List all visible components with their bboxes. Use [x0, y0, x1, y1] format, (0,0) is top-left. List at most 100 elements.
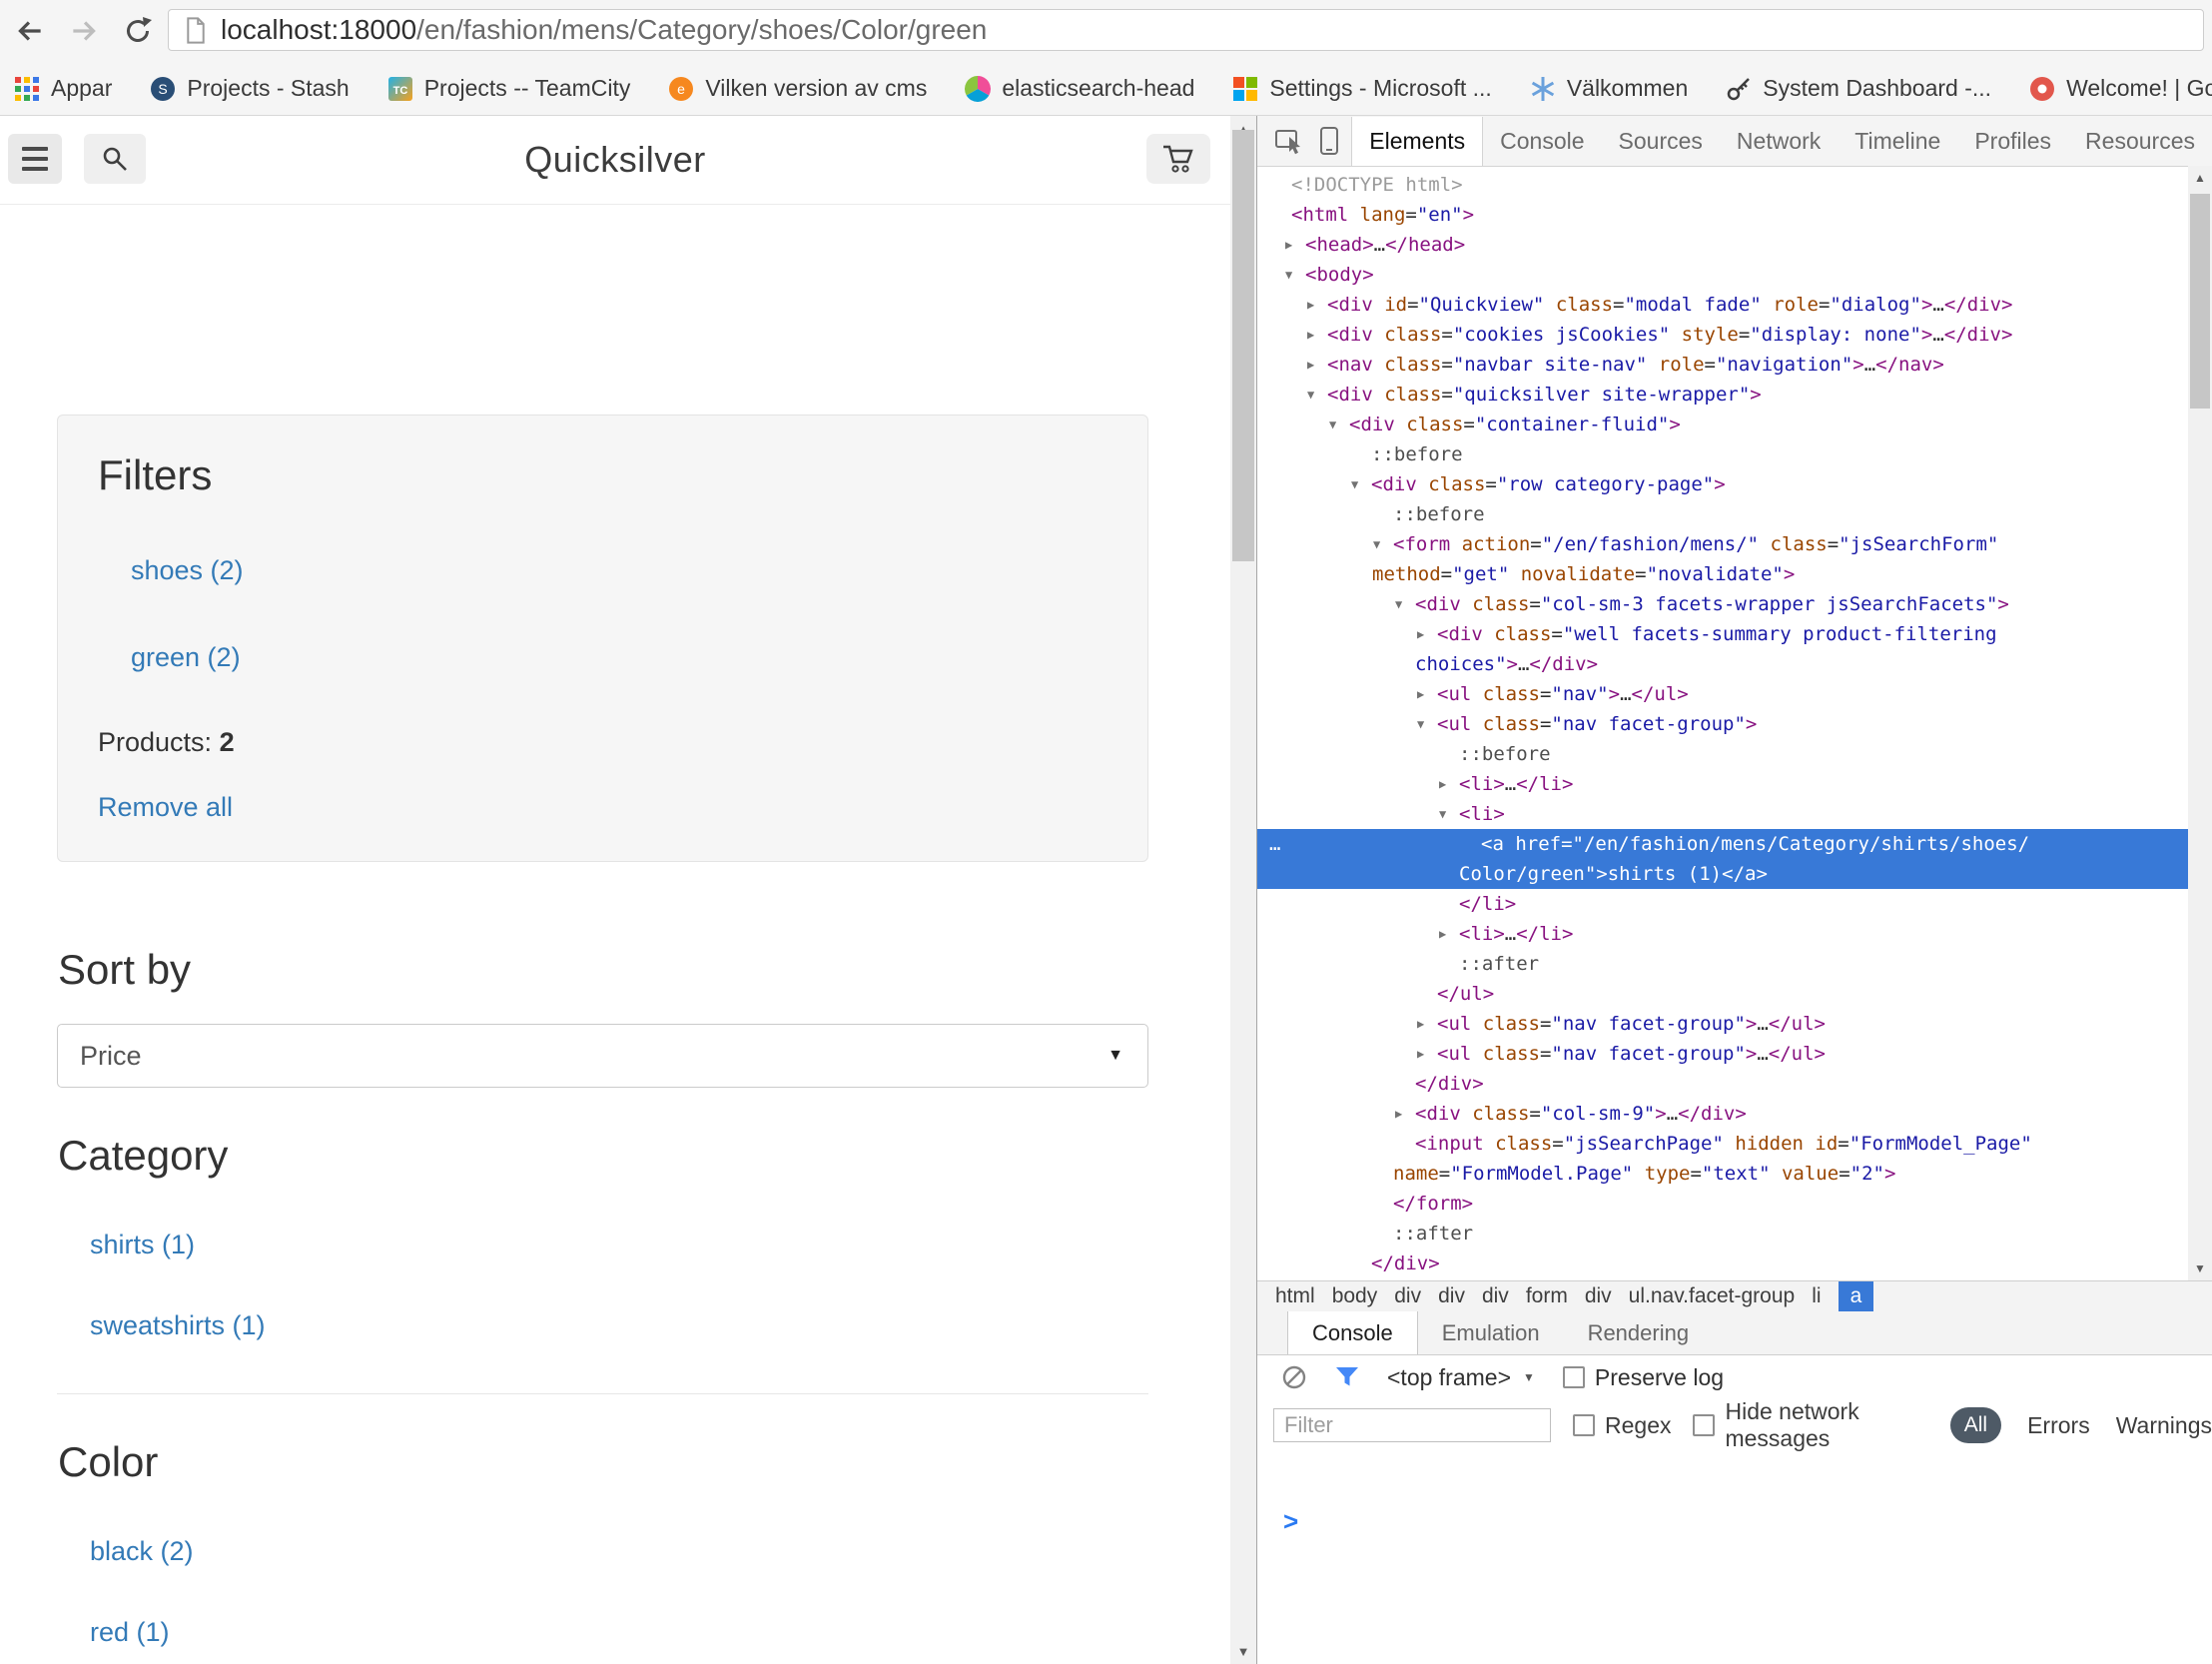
frame-selector[interactable]: <top frame> ▼	[1387, 1364, 1535, 1391]
breadcrumb-ul.nav.facet-group[interactable]: ul.nav.facet-group	[1629, 1284, 1796, 1308]
expand-arrow-closed-icon[interactable]: ▶	[1417, 619, 1435, 649]
expand-arrow-closed-icon[interactable]: ▶	[1395, 1099, 1413, 1129]
cart-button[interactable]	[1146, 134, 1210, 184]
dom-tree-line[interactable]: ▼ <div class="col-sm-3 facets-wrapper jsS…	[1257, 589, 2188, 619]
expand-arrow-open-icon[interactable]: ▼	[1329, 410, 1347, 439]
dom-tree-line[interactable]: ▼ <div class="quicksilver site-wrapper">	[1257, 380, 2188, 410]
expand-arrow-open-icon[interactable]: ▼	[1285, 260, 1303, 290]
dom-tree-line[interactable]: </ul>	[1257, 979, 2188, 1009]
breadcrumb-form[interactable]: form	[1526, 1284, 1568, 1308]
breadcrumb-div[interactable]: div	[1585, 1284, 1612, 1308]
dom-tree-line[interactable]: <html lang="en">	[1257, 200, 2188, 230]
dom-tree-line[interactable]: ▶ <nav class="navbar site-nav" role="navi…	[1257, 350, 2188, 380]
facet-link[interactable]: black (2)	[90, 1536, 1230, 1567]
expand-arrow-open-icon[interactable]: ▼	[1439, 799, 1457, 829]
breadcrumb-div[interactable]: div	[1394, 1284, 1421, 1308]
breadcrumb-a[interactable]: a	[1838, 1281, 1874, 1311]
bookmark-item[interactable]: TC Projects -- TeamCity	[387, 75, 630, 102]
expand-arrow-closed-icon[interactable]: ▶	[1417, 1039, 1435, 1069]
expand-arrow-closed-icon[interactable]: ▶	[1439, 769, 1457, 799]
expand-arrow-open-icon[interactable]: ▼	[1417, 709, 1435, 739]
expand-arrow-open-icon[interactable]: ▼	[1395, 589, 1413, 619]
dom-tree-line[interactable]: </div>	[1257, 1069, 2188, 1099]
dom-tree-line[interactable]: ▶ <div class="col-sm-9">…</div>	[1257, 1099, 2188, 1129]
active-filter-link[interactable]: green (2)	[131, 642, 1107, 673]
expand-arrow-open-icon[interactable]: ▼	[1307, 380, 1325, 410]
address-bar[interactable]: localhost:18000/en/fashion/mens/Category…	[168, 9, 2204, 51]
breadcrumb-div[interactable]: div	[1438, 1284, 1465, 1308]
bookmark-item[interactable]: Appar	[14, 75, 112, 102]
regex-checkbox[interactable]	[1573, 1414, 1595, 1436]
devtools-scrollbar-thumb[interactable]	[2190, 194, 2210, 409]
dom-tree-line[interactable]: ▶ <ul class="nav facet-group">…</ul>	[1257, 1039, 2188, 1069]
dom-tree-line[interactable]: ▼ <div class="row category-page">	[1257, 469, 2188, 499]
expand-arrow-closed-icon[interactable]: ▶	[1285, 230, 1303, 260]
devtools-tab-resources[interactable]: Resources	[2068, 117, 2212, 166]
remove-all-link[interactable]: Remove all	[98, 792, 1107, 823]
dom-tree-line[interactable]: <input class="jsSearchPage" hidden id="F…	[1257, 1129, 2188, 1159]
dom-tree-line[interactable]: ::before	[1257, 499, 2188, 529]
console-prompt-icon[interactable]: >	[1283, 1506, 1298, 1537]
bookmark-item[interactable]: Settings - Microsoft ...	[1232, 75, 1492, 102]
console-output[interactable]: >	[1257, 1451, 2212, 1664]
bookmark-item[interactable]: Välkommen	[1530, 75, 1688, 102]
expand-arrow-closed-icon[interactable]: ▶	[1307, 290, 1325, 320]
preserve-log-checkbox[interactable]	[1562, 1366, 1585, 1388]
dom-tree-line[interactable]: ▶ <div class="well facets-summary product…	[1257, 619, 2188, 649]
dom-tree-line[interactable]: ▼ <body>	[1257, 260, 2188, 290]
console-level-warnings[interactable]: Warnings	[2116, 1412, 2212, 1439]
console-level-errors[interactable]: Errors	[2027, 1412, 2090, 1439]
devtools-tab-network[interactable]: Network	[1720, 117, 1838, 166]
console-level-all[interactable]: All	[1949, 1407, 2002, 1443]
menu-button[interactable]	[8, 134, 62, 184]
dom-tree-line[interactable]: </form>	[1257, 1189, 2188, 1219]
bookmark-item[interactable]: S Projects - Stash	[150, 75, 350, 102]
scroll-down-icon[interactable]: ▼	[2188, 1256, 2212, 1280]
dom-tree-line[interactable]: name="FormModel.Page" type="text" value=…	[1257, 1159, 2188, 1189]
device-mode-button[interactable]	[1311, 123, 1347, 159]
facet-link[interactable]: shirts (1)	[90, 1230, 1230, 1260]
clear-console-button[interactable]	[1281, 1364, 1307, 1390]
dom-tree-line[interactable]: ▼ <li>	[1257, 799, 2188, 829]
dom-tree-line[interactable]: method="get" novalidate="novalidate">	[1257, 559, 2188, 589]
dom-tree-line[interactable]: choices">…</div>	[1257, 649, 2188, 679]
devtools-tab-console[interactable]: Console	[1483, 117, 1601, 166]
drawer-tab-rendering[interactable]: Rendering	[1564, 1311, 1714, 1354]
dom-tree-line[interactable]: Color/green">shirts (1)</a>	[1257, 859, 2188, 889]
dom-tree-line[interactable]: ▶ <ul class="nav facet-group">…</ul>	[1257, 1009, 2188, 1039]
dom-tree-line[interactable]: ▶ <ul class="nav">…</ul>	[1257, 679, 2188, 709]
devtools-tab-sources[interactable]: Sources	[1602, 117, 1720, 166]
breadcrumb-li[interactable]: li	[1812, 1284, 1821, 1308]
expand-arrow-closed-icon[interactable]: ▶	[1417, 1009, 1435, 1039]
reload-button[interactable]	[116, 9, 160, 53]
inspect-element-button[interactable]	[1271, 123, 1307, 159]
filter-button[interactable]	[1335, 1366, 1359, 1388]
scroll-up-icon[interactable]: ▲	[2188, 166, 2212, 190]
expand-arrow-open-icon[interactable]: ▼	[1373, 529, 1391, 559]
bookmark-item[interactable]: e Vilken version av cms	[668, 75, 927, 102]
expand-arrow-closed-icon[interactable]: ▶	[1307, 320, 1325, 350]
dom-tree-line[interactable]: ▶ <head>…</head>	[1257, 230, 2188, 260]
dom-tree-line[interactable]: ::before	[1257, 739, 2188, 769]
devtools-tab-elements[interactable]: Elements	[1351, 116, 1484, 166]
bookmark-item[interactable]: System Dashboard -...	[1726, 75, 1991, 102]
dom-tree-line[interactable]: ::after	[1257, 1219, 2188, 1248]
bookmark-item[interactable]: Welcome! | GoTo...	[2029, 75, 2212, 102]
dom-tree-line[interactable]: </div>	[1257, 1248, 2188, 1278]
page-scrollbar[interactable]: ▲ ▼	[1230, 116, 1256, 1664]
dom-tree-line[interactable]: ▶ <div class="cookies jsCookies" style="d…	[1257, 320, 2188, 350]
breadcrumb-body[interactable]: body	[1332, 1284, 1378, 1308]
dom-tree-line[interactable]: </li>	[1257, 889, 2188, 919]
active-filter-link[interactable]: shoes (2)	[131, 555, 1107, 586]
dom-tree-line[interactable]: ▶ <li>…</li>	[1257, 919, 2188, 949]
drawer-tab-console[interactable]: Console	[1287, 1311, 1418, 1354]
scroll-down-icon[interactable]: ▼	[1230, 1638, 1256, 1664]
dom-tree-line[interactable]: ▼ <ul class="nav facet-group">	[1257, 709, 2188, 739]
forward-button[interactable]	[62, 9, 106, 53]
console-filter-input[interactable]	[1273, 1408, 1551, 1442]
expand-arrow-closed-icon[interactable]: ▶	[1417, 679, 1435, 709]
devtools-tab-timeline[interactable]: Timeline	[1838, 117, 1957, 166]
dom-tree-line[interactable]: ▶ <div id="Quickview" class="modal fade" …	[1257, 290, 2188, 320]
dom-tree-line[interactable]: ▼ <form action="/en/fashion/mens/" class=…	[1257, 529, 2188, 559]
dom-tree-line[interactable]: <!DOCTYPE html>	[1257, 170, 2188, 200]
